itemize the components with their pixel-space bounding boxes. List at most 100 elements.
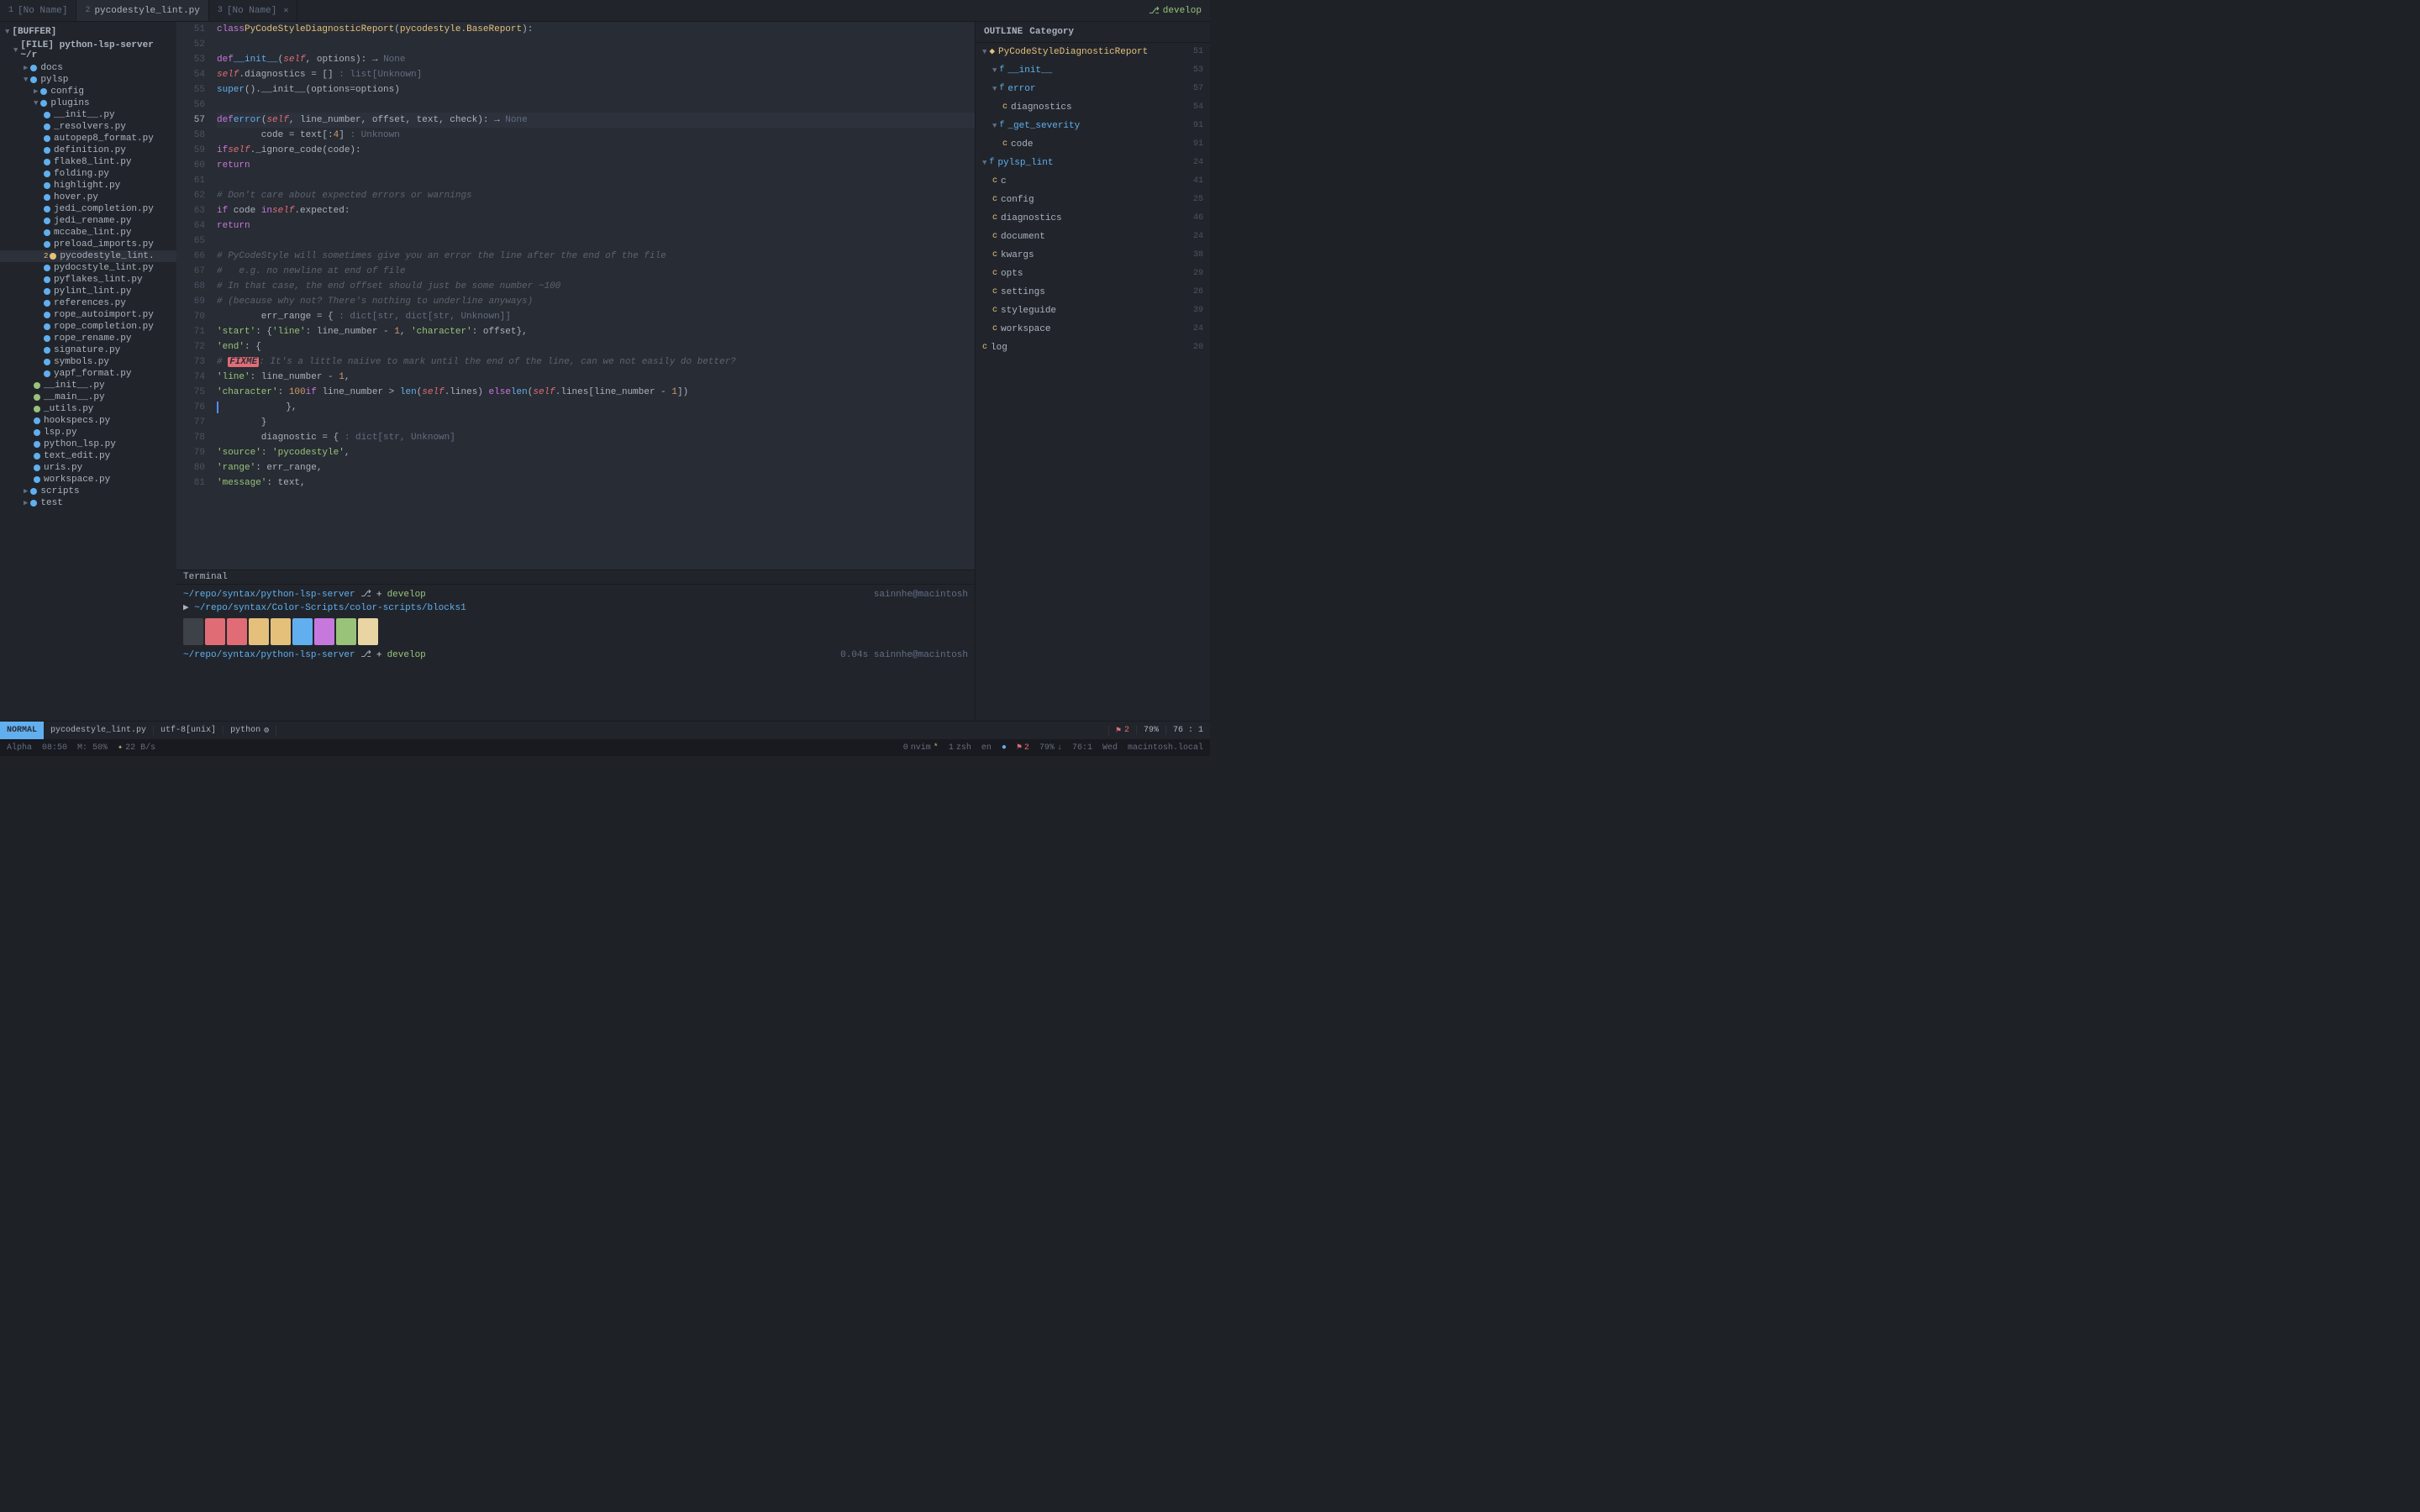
jedi-completion-icon (44, 206, 50, 213)
outline-item[interactable]: csettings26 (976, 283, 1210, 302)
sidebar-item-rope-completion[interactable]: rope_completion.py (0, 321, 176, 333)
sidebar-item-pylsp-init[interactable]: __init__.py (0, 380, 176, 391)
sidebar-item-python-lsp[interactable]: python_lsp.py (0, 438, 176, 450)
sidebar-item-definition[interactable]: definition.py (0, 144, 176, 156)
symbols-icon (44, 359, 50, 365)
docs-folder-icon (30, 65, 37, 71)
sidebar-buffer[interactable]: ▼ [BUFFER] (0, 25, 176, 39)
sidebar-item-pylsp-main[interactable]: __main__.py (0, 391, 176, 403)
sidebar-item-symbols[interactable]: symbols.py (0, 356, 176, 368)
sidebar-item-autopep8[interactable]: autopep8_format.py (0, 133, 176, 144)
sidebar-item-signature-label: signature.py (54, 345, 120, 355)
sidebar-item-pydocstyle[interactable]: pydocstyle_lint.py (0, 262, 176, 274)
sidebar-item-uris[interactable]: uris.py (0, 462, 176, 474)
sidebar-item-lsp[interactable]: lsp.py (0, 427, 176, 438)
sidebar-item-mccabe-label: mccabe_lint.py (54, 228, 131, 238)
sidebar-item-plugins[interactable]: ▼ plugins (0, 97, 176, 109)
outline-item[interactable]: cdiagnostics54 (976, 98, 1210, 117)
python-icon: ⚙ (264, 726, 269, 736)
status-language: python ⚙ (224, 726, 276, 736)
outline-line-ref: 24 (1193, 229, 1203, 244)
bb-hostname-label: macintosh.local (1128, 743, 1203, 753)
tab-2[interactable]: 2 pycodestyle_lint.py (76, 0, 208, 21)
sidebar-item-workspace[interactable]: workspace.py (0, 474, 176, 486)
sidebar-item-hookspecs[interactable]: hookspecs.py (0, 415, 176, 427)
tab-3[interactable]: 3 [No Name] ✕ (209, 0, 297, 21)
bb-zsh: 1 zsh (949, 743, 971, 753)
code-area: 5152535455565758596061626364656667686970… (176, 22, 975, 570)
outline-label: styleguide (1001, 303, 1056, 318)
outline-arrow-icon: ▼ (982, 155, 986, 171)
sidebar-item-preload-label: preload_imports.py (54, 239, 154, 249)
tab-1[interactable]: 1 [No Name] (0, 0, 76, 21)
sidebar-item-highlight[interactable]: highlight.py (0, 180, 176, 192)
outline-item[interactable]: ▼ f_get_severity91 (976, 117, 1210, 135)
tab-3-close-icon[interactable]: ✕ (283, 6, 288, 16)
outline-item[interactable]: ckwargs38 (976, 246, 1210, 265)
outline-label: c (1001, 174, 1007, 189)
sidebar-item-jedi-rename[interactable]: jedi_rename.py (0, 215, 176, 227)
sidebar-item-utils[interactable]: _utils.py (0, 403, 176, 415)
outline-item[interactable]: cdiagnostics46 (976, 209, 1210, 228)
sidebar-item-scripts[interactable]: ▶ scripts (0, 486, 176, 497)
badge-icon: 2 (44, 252, 48, 260)
sidebar-item-pycodestyle[interactable]: 2 pycodestyle_lint. (0, 250, 176, 262)
outline-item[interactable]: ccode91 (976, 135, 1210, 154)
pylsp-main-icon (34, 394, 40, 401)
sidebar-item-config[interactable]: ▶ config (0, 86, 176, 97)
sidebar-item-hover-label: hover.py (54, 192, 98, 202)
outline-item[interactable]: cdocument24 (976, 228, 1210, 246)
hover-icon (44, 194, 50, 201)
outline-item[interactable]: ▼ ◆PyCodeStyleDiagnosticReport51 (976, 43, 1210, 61)
const-icon: c (992, 211, 997, 226)
text-edit-icon (34, 453, 40, 459)
sidebar-item-folding[interactable]: folding.py (0, 168, 176, 180)
terminal-content[interactable]: ~/repo/syntax/python-lsp-server ⎇ ᚐ deve… (176, 585, 975, 721)
sidebar-item-test[interactable]: ▶ test (0, 497, 176, 509)
sidebar-item-init-py[interactable]: __init__.py (0, 109, 176, 121)
outline-item[interactable]: ▼ fpylsp_lint24 (976, 154, 1210, 172)
term-path-2: ~/repo/syntax/Color-Scripts/color-script… (194, 603, 466, 613)
sidebar-item-docs[interactable]: ▶ docs (0, 62, 176, 74)
outline-line-ref: 38 (1193, 248, 1203, 263)
outline-line-ref: 29 (1193, 266, 1203, 281)
sidebar-file[interactable]: ▼ [FILE] python-lsp-server ~/r (0, 39, 176, 62)
status-percent: 79% (1136, 726, 1165, 735)
sidebar-item-pylsp[interactable]: ▼ pylsp (0, 74, 176, 86)
bb-network-label: 22 B/s (125, 743, 155, 753)
sidebar-item-resolvers[interactable]: _resolvers.py (0, 121, 176, 133)
sidebar-item-rope-autoimport[interactable]: rope_autoimport.py (0, 309, 176, 321)
sidebar-item-yapf[interactable]: yapf_format.py (0, 368, 176, 380)
outline-item[interactable]: clog20 (976, 339, 1210, 357)
tab-1-label: [No Name] (18, 6, 67, 16)
sidebar-item-signature[interactable]: signature.py (0, 344, 176, 356)
const-icon: c (982, 340, 987, 355)
sidebar-item-rope-completion-label: rope_completion.py (54, 322, 154, 332)
outline-item[interactable]: copts29 (976, 265, 1210, 283)
sidebar-item-text-edit[interactable]: text_edit.py (0, 450, 176, 462)
bb-arrow-icon: ↓ (1057, 743, 1062, 753)
outline-item[interactable]: cstyleguide39 (976, 302, 1210, 320)
outline-arrow-icon: ▼ (992, 63, 997, 78)
sidebar-item-pyflakes[interactable]: pyflakes_lint.py (0, 274, 176, 286)
sidebar-item-mccabe[interactable]: mccabe_lint.py (0, 227, 176, 239)
sidebar-item-pylint[interactable]: pylint_lint.py (0, 286, 176, 297)
outline-item[interactable]: ▼ ferror57 (976, 80, 1210, 98)
color-block (205, 618, 225, 645)
outline-item[interactable]: cworkspace24 (976, 320, 1210, 339)
const-icon: c (992, 229, 997, 244)
error-count-icon: ⚑ (1017, 743, 1022, 753)
editor-content[interactable]: 5152535455565758596061626364656667686970… (176, 22, 975, 570)
sidebar-item-hover[interactable]: hover.py (0, 192, 176, 203)
sidebar-item-jedi-completion[interactable]: jedi_completion.py (0, 203, 176, 215)
outline-item[interactable]: cconfig25 (976, 191, 1210, 209)
sidebar-item-flake8-label: flake8_lint.py (54, 157, 131, 167)
sidebar-item-flake8[interactable]: flake8_lint.py (0, 156, 176, 168)
sidebar-item-rope-rename[interactable]: rope_rename.py (0, 333, 176, 344)
tab-1-num: 1 (8, 6, 13, 15)
outline-item[interactable]: cc41 (976, 172, 1210, 191)
sidebar-item-references[interactable]: references.py (0, 297, 176, 309)
outline-item[interactable]: ▼ f__init__53 (976, 61, 1210, 80)
term-path-3: ~/repo/syntax/python-lsp-server (183, 650, 355, 660)
sidebar-item-preload[interactable]: preload_imports.py (0, 239, 176, 250)
